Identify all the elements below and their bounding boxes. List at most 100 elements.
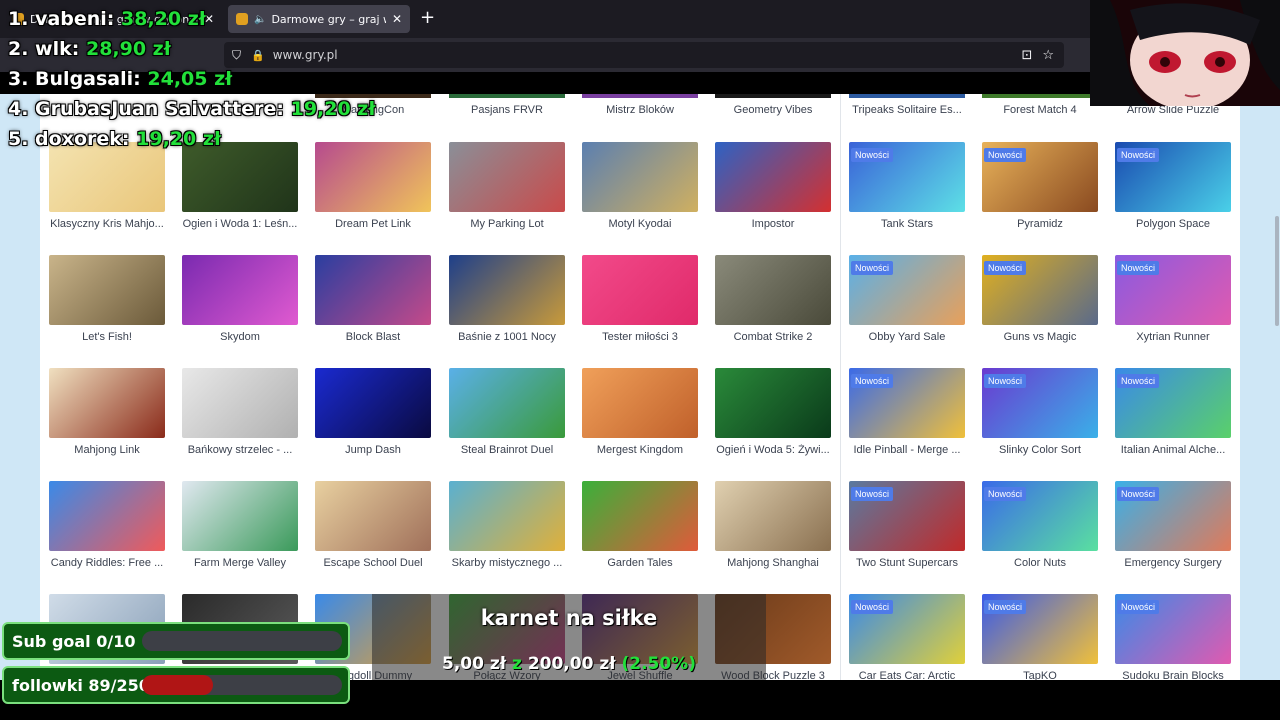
game-title[interactable]: Baśnie z 1001 Nocy [445,331,569,343]
game-card[interactable]: Nowości Slinky Color Sort [978,368,1098,478]
game-title[interactable]: Obby Yard Sale [845,331,969,343]
game-title[interactable]: Tester miłości 3 [578,331,702,343]
game-title[interactable]: Dream Pet Link [311,218,435,230]
game-card[interactable]: Baśnie z 1001 Nocy [445,255,565,365]
game-card[interactable]: Mahjong Shanghai [711,481,831,591]
game-card[interactable]: Nowości Two Stunt Supercars [845,481,965,591]
game-card[interactable]: My Parking Lot [445,142,565,252]
game-thumbnail[interactable] [315,255,431,325]
game-card[interactable]: Nowości Tank Stars [845,142,965,252]
game-title[interactable]: Skydom [178,331,302,343]
game-card-partial[interactable]: Geometry Vibes [711,94,831,124]
game-thumbnail[interactable]: Nowości [982,481,1098,551]
game-card[interactable]: Impostor [711,142,831,252]
game-card[interactable]: Nowości Polygon Space [1111,142,1231,252]
game-title[interactable]: Color Nuts [978,557,1102,569]
game-card[interactable]: Nowości Guns vs Magic [978,255,1098,365]
game-thumbnail[interactable] [49,368,165,438]
game-thumbnail[interactable] [315,481,431,551]
game-title[interactable]: Let's Fish! [45,331,169,343]
game-card[interactable]: Ogien i Woda 1: Leśn... [178,142,298,252]
game-thumbnail[interactable] [315,368,431,438]
game-title[interactable]: Xytrian Runner [1111,331,1235,343]
game-thumbnail[interactable]: Nowości [849,594,965,664]
game-title[interactable]: Mahjong Shanghai [711,557,835,569]
game-card[interactable]: Mahjong Link [45,368,165,478]
game-thumbnail[interactable] [449,142,565,212]
game-title[interactable]: Farm Merge Valley [178,557,302,569]
game-thumbnail[interactable] [582,481,698,551]
game-card[interactable]: Farm Merge Valley [178,481,298,591]
game-thumbnail[interactable]: Nowości [1115,481,1231,551]
game-thumbnail[interactable] [182,481,298,551]
game-title[interactable]: Pyramidz [978,218,1102,230]
game-title[interactable]: Idle Pinball - Merge ... [845,444,969,456]
game-thumbnail[interactable] [582,255,698,325]
new-tab-icon[interactable]: + [420,8,435,28]
game-title[interactable]: Italian Animal Alche... [1111,444,1235,456]
game-title[interactable]: Garden Tales [578,557,702,569]
game-card[interactable]: Nowości Color Nuts [978,481,1098,591]
game-card[interactable]: Motyl Kyodai [578,142,698,252]
bookmark-star-icon[interactable]: ☆ [1042,48,1054,63]
game-card-partial[interactable]: Pasjans FRVR [445,94,565,124]
scrollbar-thumb[interactable] [1275,216,1279,326]
game-card[interactable]: Escape School Duel [311,481,431,591]
game-card[interactable]: Ogień i Woda 5: Żywi... [711,368,831,478]
game-card[interactable]: Candy Riddles: Free ... [45,481,165,591]
game-title[interactable]: Guns vs Magic [978,331,1102,343]
game-card[interactable]: Nowości Italian Animal Alche... [1111,368,1231,478]
game-title[interactable]: Two Stunt Supercars [845,557,969,569]
game-title[interactable]: Candy Riddles: Free ... [45,557,169,569]
game-thumbnail[interactable] [715,481,831,551]
game-card[interactable]: Nowości Idle Pinball - Merge ... [845,368,965,478]
game-card[interactable]: Tester miłości 3 [578,255,698,365]
game-thumbnail[interactable]: Nowości [982,368,1098,438]
game-thumbnail[interactable]: Nowości [982,594,1098,664]
game-card-partial[interactable]: Mistrz Bloków [578,94,698,124]
game-thumbnail[interactable] [182,255,298,325]
game-card[interactable]: Jump Dash [311,368,431,478]
game-title[interactable]: Ogień i Woda 5: Żywi... [711,444,835,456]
game-thumbnail[interactable] [182,368,298,438]
game-title[interactable]: Mahjong Link [45,444,169,456]
game-card[interactable]: Nowości Emergency Surgery [1111,481,1231,591]
game-thumbnail[interactable] [715,368,831,438]
game-card[interactable]: Skarby mistycznego ... [445,481,565,591]
reader-mode-icon[interactable]: ⊡ [1021,48,1032,63]
game-thumbnail[interactable]: Nowości [849,481,965,551]
game-thumbnail[interactable] [582,142,698,212]
game-title[interactable]: Block Blast [311,331,435,343]
game-thumbnail[interactable] [449,255,565,325]
game-thumbnail[interactable] [582,368,698,438]
game-title[interactable]: Steal Brainrot Duel [445,444,569,456]
game-title[interactable]: Sudoku Brain Blocks [1111,670,1235,680]
game-thumbnail[interactable] [49,255,165,325]
game-card[interactable]: Mergest Kingdom [578,368,698,478]
game-title[interactable]: Emergency Surgery [1111,557,1235,569]
game-card[interactable]: Klasyczny Kris Mahjo... [45,142,165,252]
game-thumbnail[interactable]: Nowości [849,368,965,438]
game-thumbnail[interactable] [449,481,565,551]
game-thumbnail[interactable]: Nowości [1115,368,1231,438]
game-card[interactable]: Bańkowy strzelec - ... [178,368,298,478]
game-title[interactable]: Slinky Color Sort [978,444,1102,456]
game-thumbnail[interactable] [715,142,831,212]
game-card[interactable]: Combat Strike 2 [711,255,831,365]
game-card[interactable]: Block Blast [311,255,431,365]
game-title[interactable]: Bańkowy strzelec - ... [178,444,302,456]
game-thumbnail[interactable] [449,368,565,438]
game-title[interactable]: Klasyczny Kris Mahjo... [45,218,169,230]
game-title[interactable]: Car Eats Car: Arctic [845,670,969,680]
game-card[interactable]: Dream Pet Link [311,142,431,252]
game-card[interactable]: Steal Brainrot Duel [445,368,565,478]
game-title[interactable]: My Parking Lot [445,218,569,230]
game-title[interactable]: Tank Stars [845,218,969,230]
game-card-partial[interactable]: Forest Match 4 [978,94,1098,124]
game-thumbnail[interactable]: Nowości [1115,142,1231,212]
game-thumbnail[interactable]: Nowości [982,142,1098,212]
game-title[interactable]: Ogien i Woda 1: Leśn... [178,218,302,230]
game-title[interactable]: Polygon Space [1111,218,1235,230]
game-thumbnail[interactable] [49,481,165,551]
game-title[interactable]: TapKO [978,670,1102,680]
